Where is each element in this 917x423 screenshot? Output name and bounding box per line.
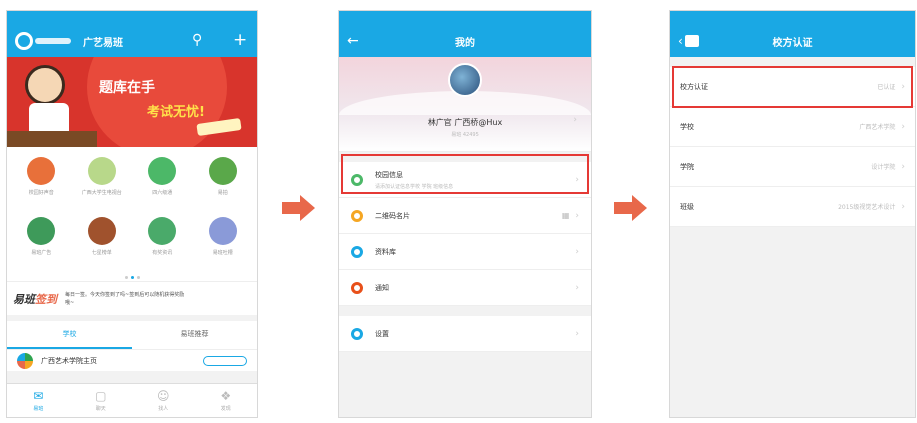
- row-school[interactable]: 学校 广西艺术学院 ›: [670, 107, 915, 147]
- notification-icon: [351, 281, 363, 294]
- app-icon: [148, 157, 177, 185]
- profile-card[interactable]: 林广官 广西桥@Hux 易班 42495 ›: [339, 57, 591, 152]
- app-icon: [208, 157, 237, 185]
- phone-profile-screen: ← 我的 林广官 广西桥@Hux 易班 42495 › 校园信息 请添加认证信息学…: [338, 10, 592, 418]
- back-arrow-icon[interactable]: ←: [347, 33, 359, 49]
- app-header: 广艺易班 ⚲ +: [7, 25, 257, 57]
- chevron-right-icon: ›: [901, 201, 905, 212]
- app-header: ← 我的: [339, 25, 591, 57]
- profile-id: 易班 42495: [451, 132, 479, 138]
- app-icon: [27, 157, 56, 185]
- highlight-box: [672, 66, 913, 108]
- app-icon: [208, 217, 237, 245]
- add-icon[interactable]: +: [233, 30, 247, 50]
- qr-code-icon: ▦: [561, 211, 570, 220]
- highlight-box: [341, 154, 589, 194]
- chevron-right-icon: ›: [575, 328, 579, 339]
- chevron-right-icon: ›: [901, 161, 905, 172]
- page-indicator: [7, 273, 257, 281]
- grid-item[interactable]: 有奖资讯: [132, 213, 193, 273]
- chevron-right-icon: ›: [575, 282, 579, 293]
- page-title: 我的: [455, 37, 475, 49]
- app-icon: [87, 157, 116, 185]
- step-arrow-icon: [614, 195, 647, 221]
- app-logo-icon: [684, 35, 699, 47]
- menu-item-qr-card[interactable]: 二维码名片 ▦ ›: [339, 198, 591, 234]
- status-bar: [7, 11, 257, 25]
- menu-item-library[interactable]: 资料库 ›: [339, 234, 591, 270]
- chevron-right-icon: ›: [901, 121, 905, 132]
- grid-item[interactable]: 校园好声音: [11, 153, 72, 213]
- banner-slogan-2: 考试无忧!: [147, 105, 205, 120]
- promo-banner[interactable]: 题库在手 考试无忧!: [7, 57, 257, 147]
- phone-verification-screen: ‹ 校方认证 校方认证 已认证 › 学校 广西艺术学院 › 学院 设计学院 › …: [669, 10, 916, 418]
- compass-icon: ❖: [220, 389, 232, 403]
- school-row[interactable]: 广西艺术学院主页: [7, 349, 257, 371]
- mascot-image: [25, 65, 65, 105]
- app-icon: [148, 217, 177, 245]
- status-bar: [670, 11, 915, 25]
- grid-item[interactable]: 四六级通: [132, 153, 193, 213]
- row-class[interactable]: 班级 2015级视觉艺术设计 ›: [670, 187, 915, 227]
- checkin-card[interactable]: 易班签到 每日一签。今天你签到了吗~签到后可以随机获得奖励哦~: [7, 281, 257, 315]
- menu-item-settings[interactable]: 设置 ›: [339, 316, 591, 352]
- app-header: ‹ 校方认证: [670, 25, 915, 57]
- grid-item[interactable]: 易班广告: [11, 213, 72, 273]
- search-icon[interactable]: ⚲: [192, 32, 202, 48]
- page-title: 校方认证: [772, 37, 813, 49]
- nav-item-find-people[interactable]: ☺ 找人: [132, 384, 195, 417]
- step-arrow-icon: [282, 195, 315, 221]
- status-bar: [339, 11, 591, 25]
- nav-item-yiban[interactable]: ✉ 易班: [7, 384, 70, 417]
- nav-item-chat[interactable]: ▢ 聊天: [70, 384, 133, 417]
- chat-icon: ▢: [95, 389, 107, 403]
- nav-item-discover[interactable]: ❖ 发现: [195, 384, 258, 417]
- checkin-title: 易班签到: [13, 292, 57, 306]
- app-icon: [27, 217, 56, 245]
- bottom-nav: ✉ 易班 ▢ 聊天 ☺ 找人 ❖ 发现: [7, 383, 257, 417]
- menu-item-notifications[interactable]: 通知 ›: [339, 270, 591, 306]
- grid-item[interactable]: 广西大学生电视台: [72, 153, 133, 213]
- tab-recommend[interactable]: 易班推荐: [132, 321, 257, 349]
- checkin-text: 每日一签。今天你签到了吗~签到后可以随机获得奖励哦~: [65, 291, 185, 306]
- back-icon[interactable]: ‹: [678, 34, 683, 48]
- library-icon: [351, 245, 363, 258]
- grid-item[interactable]: 七星榜单: [72, 213, 133, 273]
- row-college[interactable]: 学院 设计学院 ›: [670, 147, 915, 187]
- tab-school[interactable]: 学校: [7, 321, 132, 349]
- page-title: 广艺易班: [83, 37, 123, 49]
- chevron-right-icon: ›: [575, 210, 579, 221]
- chevron-right-icon: ›: [573, 115, 577, 125]
- avatar: [448, 63, 482, 97]
- chevron-right-icon: ›: [575, 246, 579, 257]
- grid-item[interactable]: 易班吐槽: [193, 213, 254, 273]
- tab-bar: 学校 易班推荐: [7, 321, 257, 349]
- person-icon: ☺: [156, 389, 170, 403]
- profile-name: 林广官 广西桥@Hux: [427, 118, 503, 127]
- school-logo-icon: [17, 352, 33, 369]
- home-icon: ✉: [33, 389, 44, 403]
- phone-home-screen: 广艺易班 ⚲ + 题库在手 考试无忧! 校园好声音 广西大学生电视台 四六级通 …: [6, 10, 258, 418]
- follow-button[interactable]: [203, 355, 247, 366]
- app-grid: 校园好声音 广西大学生电视台 四六级通 易拍 易班广告 七星榜单 有奖资讯 易班…: [7, 147, 257, 273]
- settings-icon: [351, 327, 363, 340]
- banner-slogan-1: 题库在手: [99, 80, 155, 96]
- app-icon: [87, 217, 116, 245]
- logo-wordmark: [35, 38, 71, 44]
- grid-item[interactable]: 易拍: [193, 153, 254, 213]
- app-logo-icon: [15, 32, 33, 50]
- qr-card-icon: [351, 209, 363, 222]
